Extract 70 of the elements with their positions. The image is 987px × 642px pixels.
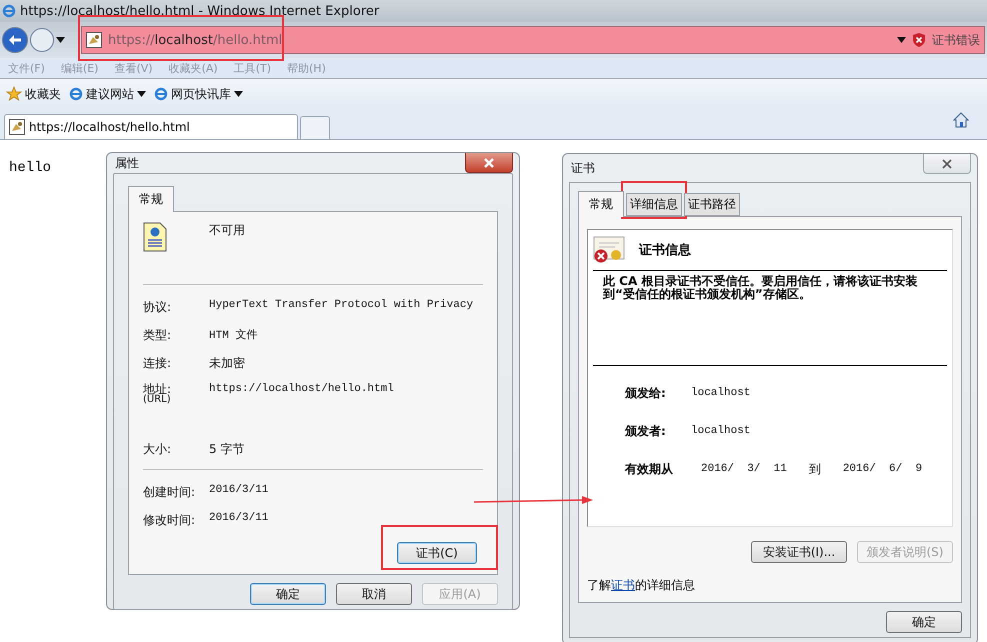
favorites-link[interactable]: 建议网站 [69, 86, 146, 102]
field-value: 5 字节 [209, 441, 246, 458]
address-bar[interactable]: https://localhost/hello.html 证书错误 [81, 26, 985, 54]
certificate-error-icon [593, 236, 625, 264]
field-value: localhost [691, 387, 750, 399]
site-icon [86, 32, 102, 48]
close-button[interactable] [465, 153, 513, 173]
field-value: 2016/3/11 [209, 512, 270, 524]
highlight-frame [621, 181, 687, 219]
dialog-button[interactable]: 取消 [336, 583, 412, 605]
field-value: 未加密 [209, 355, 246, 372]
page-text: hello [9, 160, 52, 176]
field-value: HTM 文件 [209, 328, 258, 342]
browser-icon [2, 4, 16, 18]
back-button[interactable] [2, 27, 28, 53]
field-sublabel: (URL) [143, 395, 172, 405]
info-text: 了解证书的详细信息 [587, 577, 696, 594]
url-text: https://localhost/hello.html [108, 32, 284, 48]
dialog-title: 属性 [115, 154, 139, 172]
favorites-button[interactable]: 收藏夹 [6, 86, 61, 102]
field-label: 有效期从 [625, 460, 674, 478]
tab[interactable]: 详细信息 [626, 193, 682, 216]
dialog-title: 证书 [571, 160, 595, 176]
certificate-button[interactable]: 证书(C) [397, 542, 477, 564]
browser-icon [154, 87, 168, 101]
browser-tab[interactable]: https://localhost/hello.html [4, 114, 298, 139]
field-label: 连接: [143, 355, 172, 372]
field-label: 类型: [143, 327, 172, 344]
close-icon [484, 158, 494, 168]
ok-button[interactable]: 确定 [886, 611, 962, 633]
field-value: 2016/3/11 [209, 484, 270, 496]
dialog-button[interactable]: 安装证书(I)... [751, 541, 847, 563]
certificate-error-text: 证书错误 [932, 32, 980, 48]
forward-button[interactable] [30, 28, 54, 52]
warning-text: 此 CA 根目录证书不受信任。要启用信任，请将该证书安装到“受信任的根证书颁发机构”存储区。 [603, 275, 918, 304]
star-icon [6, 86, 22, 102]
field-label: 创建时间: [143, 484, 196, 501]
document-icon [143, 222, 167, 252]
field-label: 大小: [143, 441, 172, 458]
window-title: https://localhost/hello.html - Windows Internet Explorer [20, 4, 380, 18]
caret-icon [234, 91, 243, 97]
browser-icon [69, 87, 83, 101]
field-value: https://localhost/hello.html [209, 383, 395, 395]
certificate-heading: 证书信息 [639, 242, 691, 259]
certificate-link[interactable]: 证书 [611, 578, 635, 592]
back-arrow-icon [9, 35, 21, 45]
field-label: 到 [808, 460, 821, 478]
close-icon [942, 158, 952, 168]
field-label: 颁发给: [625, 384, 667, 402]
file-name: 不可用 [209, 222, 246, 239]
caret-icon [137, 91, 146, 97]
field-value: 2016/ 3/ 11 [701, 463, 787, 475]
tab[interactable]: 常规 [578, 191, 624, 217]
field-value: localhost [691, 425, 750, 437]
home-icon [953, 112, 969, 128]
tab[interactable]: 证书路径 [684, 193, 740, 216]
page-icon [9, 119, 25, 135]
dialog-button[interactable]: 确定 [250, 583, 326, 605]
shield-error-icon [912, 33, 926, 47]
favorites-link[interactable]: 网页快讯库 [154, 86, 243, 102]
caret-icon [56, 37, 65, 43]
caret-icon [897, 37, 906, 43]
field-label: 颁发者: [625, 422, 667, 440]
field-value: HyperText Transfer Protocol with Privacy [209, 299, 474, 311]
tab[interactable]: 常规 [128, 186, 174, 212]
field-value: 2016/ 6/ 9 [842, 463, 922, 475]
close-button[interactable] [923, 154, 971, 174]
field-label: 协议: [143, 299, 172, 316]
field-label: 修改时间: [143, 512, 196, 529]
field-label: 地址: [143, 383, 172, 395]
